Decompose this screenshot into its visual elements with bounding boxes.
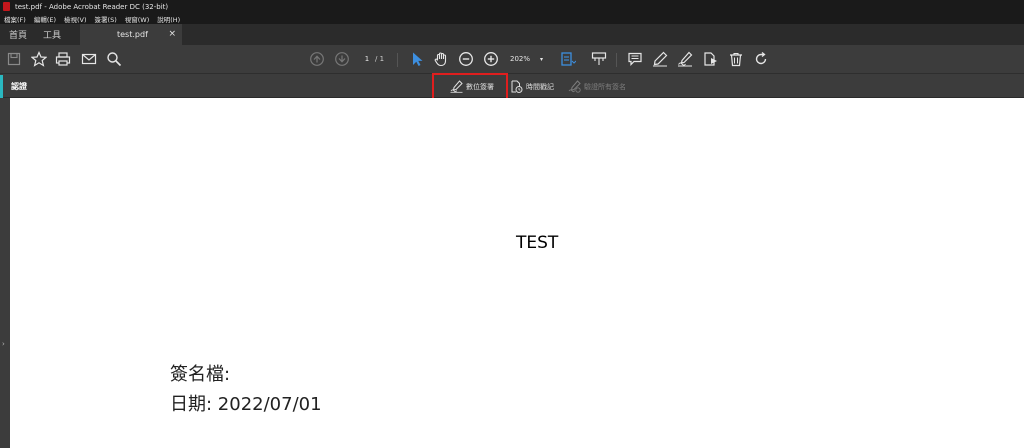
expand-panel-icon[interactable]: › — [2, 340, 5, 348]
left-panel-rail: › — [0, 98, 10, 448]
signature-line: 簽名檔: — [170, 364, 231, 385]
comment-icon[interactable] — [627, 51, 643, 67]
select-tool-icon[interactable] — [409, 51, 425, 67]
validate-all-signatures-button[interactable]: 驗證所有簽名 — [568, 75, 626, 98]
hand-tool-icon[interactable] — [433, 51, 449, 67]
certificates-title: 認證 — [11, 82, 27, 91]
acrobat-app-icon — [3, 2, 10, 11]
timestamp-icon — [511, 80, 523, 93]
toolbar-divider — [397, 53, 398, 67]
delete-icon[interactable] — [728, 51, 744, 67]
toolbar-divider — [616, 53, 617, 67]
rotate-icon[interactable] — [753, 51, 769, 67]
search-icon[interactable] — [106, 51, 122, 67]
digital-sign-button[interactable]: 數位簽署 — [450, 75, 494, 98]
next-page-icon[interactable] — [334, 51, 350, 67]
timestamp-label: 時間戳記 — [526, 82, 554, 91]
tab-tools[interactable]: 工具 — [43, 24, 61, 45]
digital-sign-label: 數位簽署 — [466, 82, 494, 91]
menu-view[interactable]: 檢視(V) — [64, 14, 87, 24]
main-toolbar: 1 / 1 202% ▾ — [0, 45, 1024, 74]
scroll-mode-icon[interactable] — [591, 51, 607, 67]
print-icon[interactable] — [55, 51, 71, 67]
menu-bar: 檔案(F) 編輯(E) 檢視(V) 簽署(S) 視窗(W) 說明(H) — [0, 13, 1024, 24]
zoom-dropdown-icon[interactable]: ▾ — [540, 53, 543, 66]
close-tab-icon[interactable]: × — [168, 29, 176, 39]
certificates-accent-bar — [0, 75, 3, 98]
page-total: / 1 — [375, 55, 385, 63]
certificates-toolbar: 認證 數位簽署 時間戳記 驗證所有簽名 — [0, 75, 1024, 98]
fit-page-icon[interactable] — [560, 51, 576, 67]
title-bar: test.pdf - Adobe Acrobat Reader DC (32-b… — [0, 0, 1024, 13]
tab-document-label: test.pdf — [117, 30, 148, 39]
date-line: 日期: 2022/07/01 — [170, 394, 322, 415]
menu-window[interactable]: 視窗(W) — [125, 14, 150, 24]
sign-icon[interactable] — [677, 51, 693, 67]
tab-document[interactable]: test.pdf × — [80, 24, 182, 45]
document-page[interactable]: TEST 簽名檔: 日期: 2022/07/01 — [10, 98, 1024, 448]
email-icon[interactable] — [81, 51, 97, 67]
zoom-level[interactable]: 202% — [510, 53, 530, 66]
menu-sign[interactable]: 簽署(S) — [95, 14, 117, 24]
digital-sign-icon — [450, 80, 463, 93]
highlight-pen-icon[interactable] — [652, 51, 668, 67]
star-icon[interactable] — [31, 51, 47, 67]
tab-home[interactable]: 首頁 — [9, 24, 27, 45]
document-heading: TEST — [516, 233, 559, 253]
previous-page-icon[interactable] — [309, 51, 325, 67]
page-number-input[interactable]: 1 — [360, 53, 374, 66]
menu-help[interactable]: 說明(H) — [157, 14, 180, 24]
zoom-in-icon[interactable] — [483, 51, 499, 67]
menu-edit[interactable]: 編輯(E) — [34, 14, 56, 24]
window-title: test.pdf - Adobe Acrobat Reader DC (32-b… — [15, 2, 169, 11]
menu-file[interactable]: 檔案(F) — [4, 14, 26, 24]
validate-all-signatures-label: 驗證所有簽名 — [584, 82, 626, 91]
zoom-out-icon[interactable] — [458, 51, 474, 67]
timestamp-button[interactable]: 時間戳記 — [510, 75, 554, 98]
send-for-signature-icon[interactable] — [702, 51, 718, 67]
save-icon[interactable] — [6, 51, 22, 67]
validate-signatures-icon — [568, 80, 581, 93]
tab-bar: 首頁 工具 test.pdf × — [0, 24, 1024, 45]
